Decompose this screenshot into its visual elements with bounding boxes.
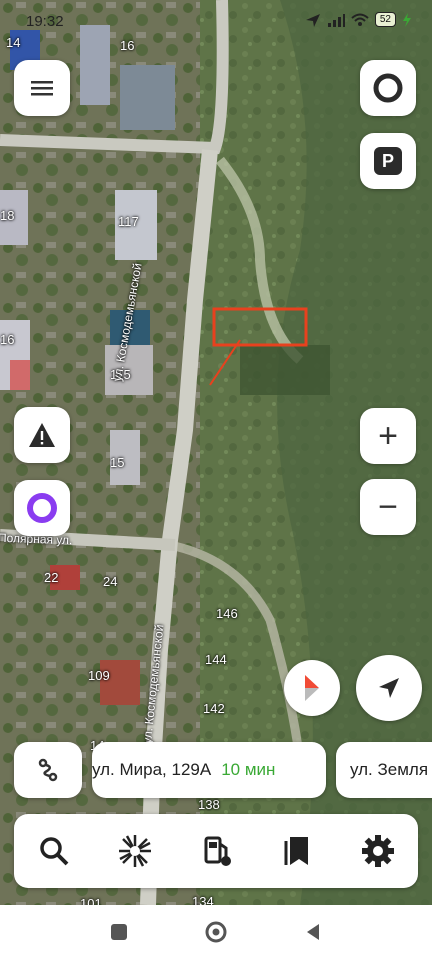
home-button[interactable]: [203, 919, 229, 945]
bookmark-icon: [284, 837, 308, 865]
alice-ring-icon: [373, 73, 403, 103]
wifi-icon: [351, 13, 369, 26]
back-button[interactable]: [300, 919, 326, 945]
circle-icon: [205, 921, 227, 943]
settings-button[interactable]: [350, 823, 406, 879]
fuel-icon: [204, 836, 231, 866]
house-number: 144: [205, 652, 227, 667]
location-arrow-icon: [305, 13, 320, 27]
menu-button[interactable]: [14, 60, 70, 116]
house-number: 101: [80, 896, 102, 905]
route-suggestion-card[interactable]: ул. Земля: [336, 742, 432, 798]
house-number: 18: [0, 208, 15, 223]
house-number: 134: [192, 894, 214, 905]
house-number: 146: [216, 606, 238, 621]
hamburger-icon: [31, 81, 53, 96]
status-bar: 19:32 52: [0, 0, 432, 44]
alice-icon: [27, 493, 57, 523]
system-navigation-bar: [0, 905, 432, 960]
status-time: 19:32: [26, 13, 64, 30]
search-button[interactable]: [26, 823, 82, 879]
route-icon: [38, 758, 58, 782]
house-number: 16: [0, 332, 15, 347]
house-number: 15: [110, 455, 125, 470]
discovery-button[interactable]: [107, 823, 163, 879]
warning-icon: [29, 423, 55, 447]
house-number: 22: [44, 570, 59, 585]
house-number: 109: [88, 668, 110, 683]
parking-icon: P: [374, 147, 402, 175]
gas-stations-button[interactable]: [188, 823, 244, 879]
alice-button[interactable]: [360, 60, 416, 116]
status-icons: 52: [305, 12, 412, 27]
road-events-button[interactable]: [14, 407, 70, 463]
navigation-arrow-icon: [379, 678, 399, 698]
burst-icon: [119, 835, 152, 867]
zoom-in-button[interactable]: +: [360, 408, 416, 464]
back-triangle-icon: [307, 924, 319, 940]
compass-icon: [305, 675, 319, 701]
recents-button[interactable]: [106, 919, 132, 945]
routes-button[interactable]: [14, 742, 82, 798]
house-number: 138: [198, 797, 220, 812]
house-number: 142: [203, 701, 225, 716]
charging-icon: [403, 12, 411, 27]
house-number: 117: [118, 214, 139, 229]
gear-icon: [361, 835, 394, 867]
alice-voice-button[interactable]: [14, 480, 70, 536]
parking-button[interactable]: P: [360, 133, 416, 189]
bookmarks-button[interactable]: [269, 823, 325, 879]
route-time: 10 мин: [221, 760, 276, 779]
route-suggestion-card[interactable]: ул. Мира, 129А 10 мин: [92, 742, 326, 798]
route-address: ул. Мира, 129А: [92, 760, 212, 779]
battery-indicator: 52: [374, 12, 396, 27]
my-location-button[interactable]: [356, 655, 422, 721]
search-icon: [40, 837, 69, 866]
route-address: ул. Земля: [350, 760, 429, 779]
house-number: 24: [103, 574, 118, 589]
bottom-toolbar: [14, 814, 418, 888]
zoom-out-button[interactable]: −: [360, 479, 416, 535]
compass-button[interactable]: [284, 660, 340, 716]
signal-icon: [327, 13, 345, 27]
square-icon: [111, 924, 127, 940]
